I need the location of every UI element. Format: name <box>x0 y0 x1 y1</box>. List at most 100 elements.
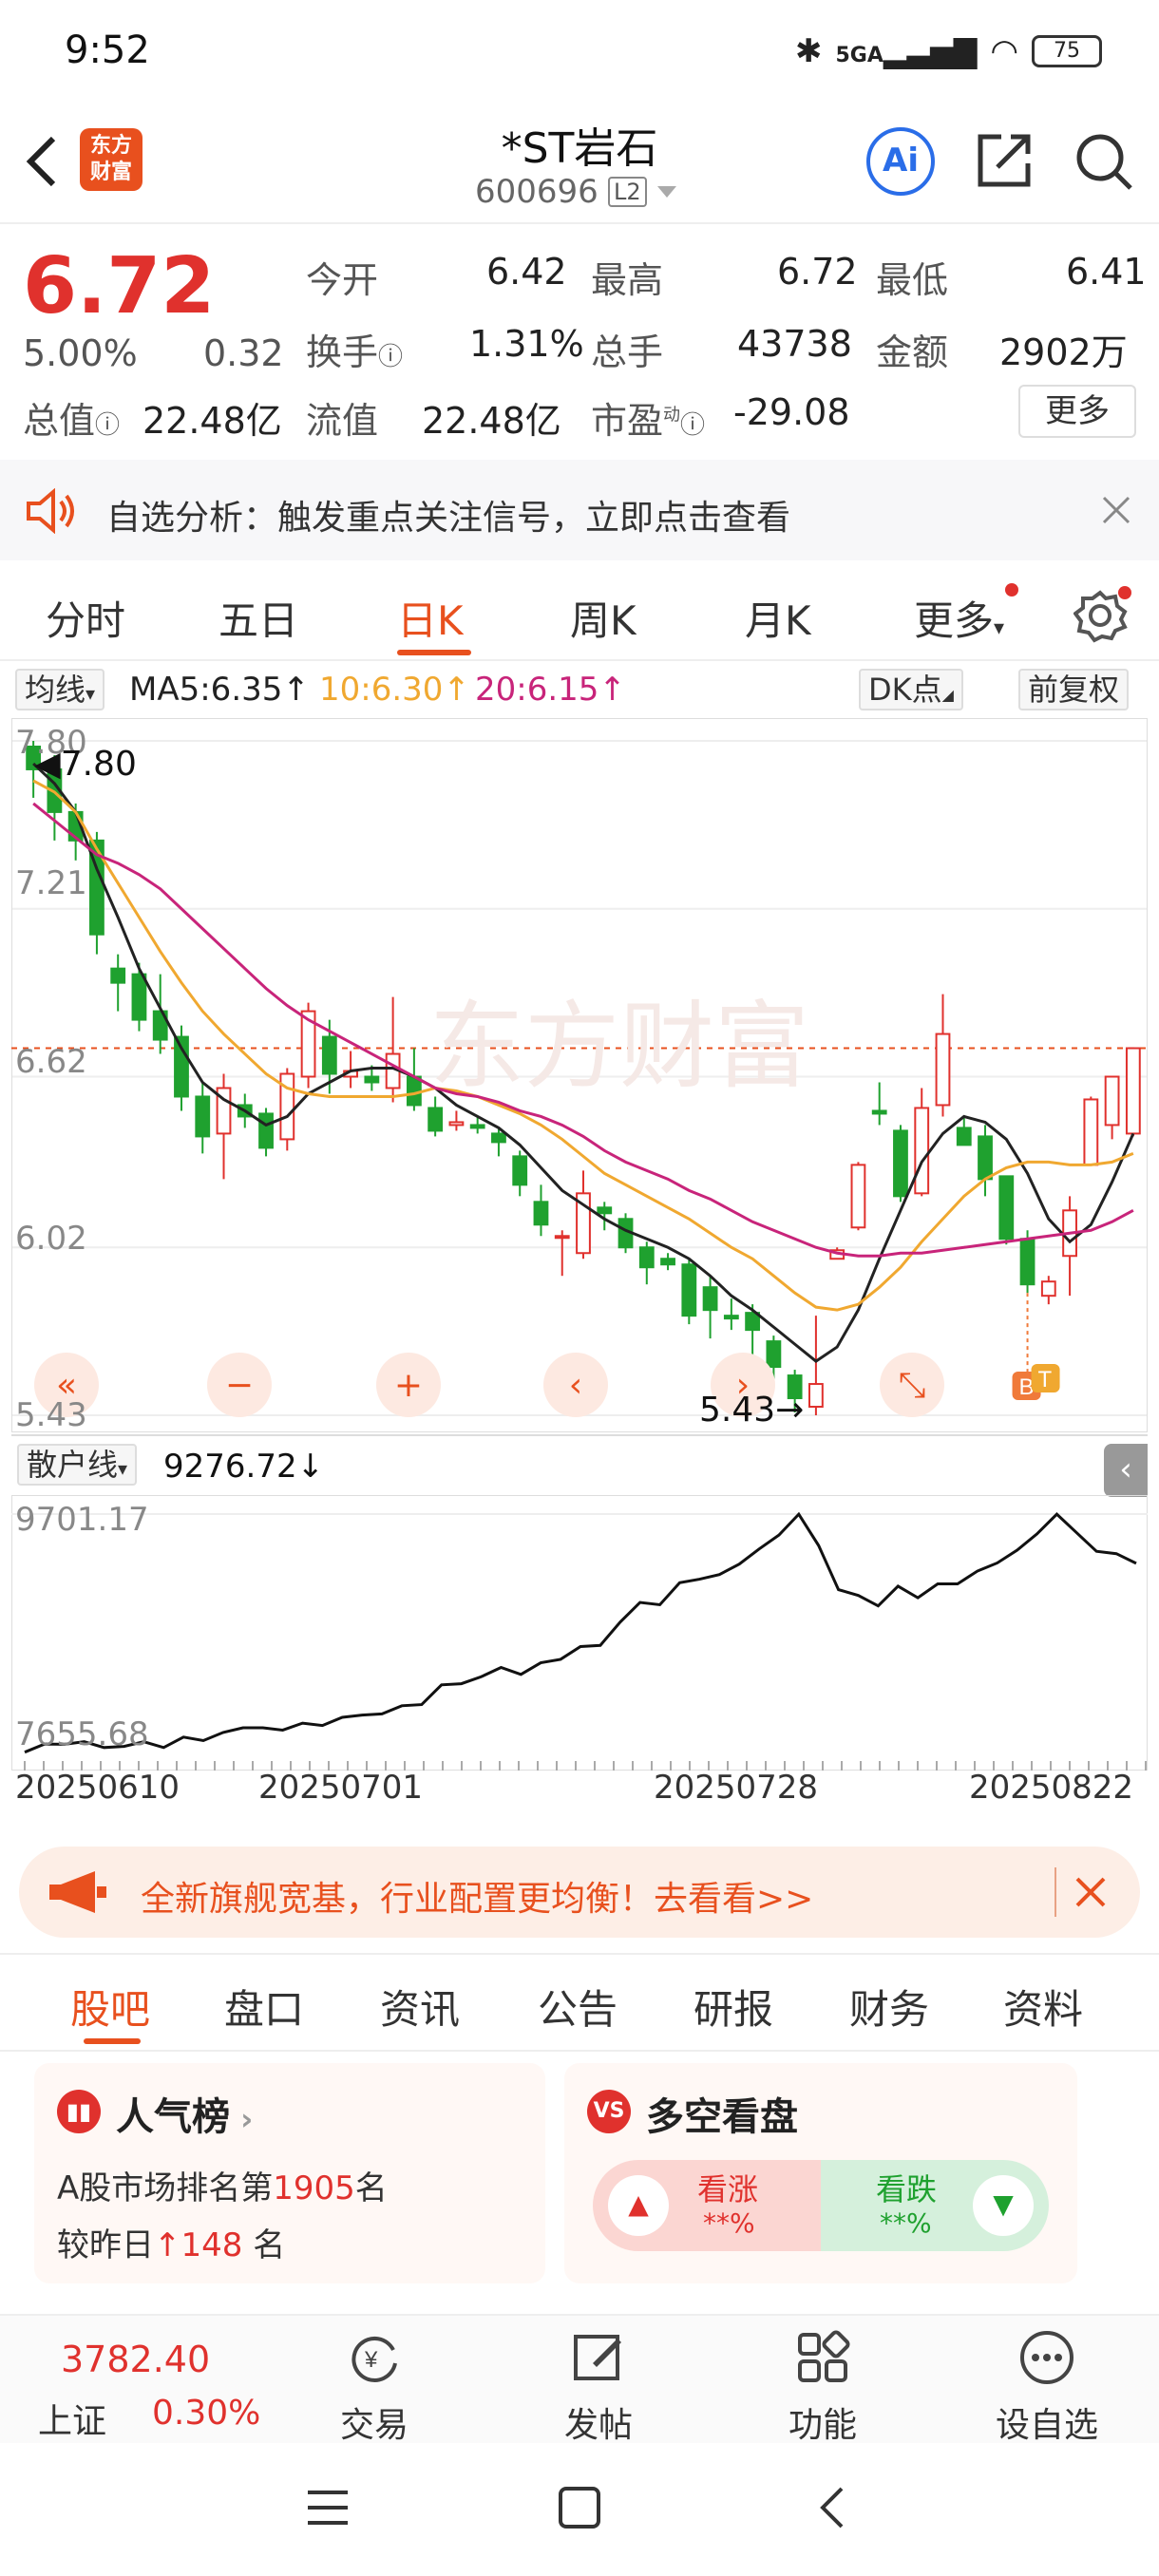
retail-line-chart[interactable] <box>11 1495 1148 1771</box>
adjust-button[interactable]: 前复权 <box>1018 669 1130 710</box>
change-value: 0.32 <box>203 332 284 374</box>
search-icon[interactable] <box>1072 129 1136 194</box>
volume-value: 43738 <box>737 323 852 365</box>
tab-profile[interactable]: 资料 <box>1003 1978 1083 2036</box>
float-value: 22.48亿 <box>422 400 561 442</box>
svg-text:+: + <box>394 1366 423 1405</box>
close-icon[interactable] <box>1100 494 1132 526</box>
candle <box>448 1121 465 1127</box>
tab-5day[interactable]: 五日 <box>218 589 298 647</box>
info-icon[interactable]: ⓘ <box>378 343 403 371</box>
tab-guba[interactable]: 股吧 <box>70 1978 150 2036</box>
candle <box>935 1032 951 1107</box>
share-icon[interactable] <box>973 129 1036 192</box>
trade-icon[interactable]: ¥ <box>346 2329 403 2386</box>
trade-button[interactable]: 交易 <box>340 2397 408 2447</box>
home-icon[interactable] <box>557 2485 602 2530</box>
indicator-bar: 散户线▾ 9276.72↓ ‹ <box>11 1434 1148 1497</box>
post-icon[interactable] <box>570 2329 627 2386</box>
indicator-selector[interactable]: 散户线▾ <box>17 1444 138 1486</box>
notice-bar[interactable]: 自选分析：触发重点关注信号，立即点击查看 <box>0 460 1159 560</box>
candle <box>723 1315 739 1320</box>
y-tick: 6.02 <box>15 1220 87 1258</box>
candle <box>195 1095 211 1138</box>
bullish-button[interactable]: ▲ 看涨 **% <box>593 2160 821 2251</box>
tab-news[interactable]: 资讯 <box>380 1978 460 2036</box>
status-icons: ✱ 5GA▂▃▅▇ ◠ 75 <box>795 32 1102 70</box>
post-button[interactable]: 发帖 <box>564 2397 633 2447</box>
active-tab-indicator <box>397 650 471 655</box>
more-dots-icon[interactable] <box>1018 2329 1075 2386</box>
svg-text:⤡: ⤡ <box>899 1366 926 1405</box>
index-change[interactable]: 0.30% <box>152 2394 260 2433</box>
gear-icon[interactable] <box>1074 585 1132 644</box>
y-tick: 5.43 <box>15 1396 87 1434</box>
tab-pankou[interactable]: 盘口 <box>224 1978 304 2036</box>
max-price-label: ◀7.80 <box>34 745 137 784</box>
ai-button[interactable]: Ai <box>866 127 935 196</box>
zoom-in-icon[interactable]: + <box>376 1353 441 1417</box>
svg-text:−: − <box>225 1366 254 1405</box>
zoom-out-icon[interactable]: − <box>207 1353 272 1417</box>
candle <box>512 1155 528 1186</box>
candle <box>469 1124 485 1129</box>
add-watchlist-button[interactable]: 设自选 <box>996 2397 1098 2447</box>
ma10-value: 10:6.30↑ <box>319 671 470 709</box>
stock-header: 东方 财富 *ST岩石 600696 L2 Ai <box>0 104 1159 224</box>
tab-week-k[interactable]: 周K <box>570 589 636 647</box>
info-icon[interactable]: ⓘ <box>95 411 120 440</box>
tab-day-k[interactable]: 日K <box>397 589 464 647</box>
candle <box>491 1132 506 1144</box>
dropdown-icon[interactable] <box>656 184 678 201</box>
collapse-handle[interactable]: ‹ <box>1104 1444 1148 1497</box>
index-value[interactable]: 3782.40 <box>61 2339 210 2380</box>
bearish-button[interactable]: 看跌 **% ▼ <box>821 2160 1049 2251</box>
candlestick-chart[interactable]: 东方财富 BT «− + ‹ › ⤡ <box>11 718 1148 1432</box>
index-name[interactable]: 上证 <box>38 2394 106 2443</box>
tab-more[interactable]: 更多▾ <box>914 589 1004 647</box>
tab-announcements[interactable]: 公告 <box>538 1978 618 2036</box>
fullscreen-icon[interactable]: ⤡ <box>880 1353 944 1417</box>
notification-dot <box>1005 583 1018 597</box>
wifi-icon: ◠ <box>990 32 1018 70</box>
dk-point-button[interactable]: DK点◢ <box>859 669 963 710</box>
change-percent: 5.00% <box>23 332 138 374</box>
popularity-card[interactable]: ▮▮ 人气榜 › A股市场排名第1905名 较昨日↑148 名 <box>34 2063 545 2283</box>
divider <box>1054 1867 1056 1917</box>
functions-icon[interactable] <box>794 2329 851 2386</box>
bearish-value: **% <box>880 2207 932 2239</box>
mktcap-value: 22.48亿 <box>142 400 282 442</box>
watermark: 东方财富 <box>429 994 809 1100</box>
rank-change-line: 较昨日↑148 名 <box>57 2226 286 2264</box>
candle <box>258 1112 274 1149</box>
svg-text:‹: ‹ <box>569 1366 582 1405</box>
bottom-bar: 3782.40 上证 0.30% ¥ 交易 发帖 功能 设自选 <box>0 2314 1159 2445</box>
prev-icon[interactable]: ‹ <box>543 1353 608 1417</box>
tab-month-k[interactable]: 月K <box>745 589 811 647</box>
retail-line <box>24 1511 1137 1754</box>
candle <box>1125 1047 1141 1135</box>
candle <box>321 1035 337 1075</box>
notice-text: 自选分析：触发重点关注信号，立即点击查看 <box>106 499 791 538</box>
close-icon[interactable] <box>1074 1875 1108 1909</box>
back-nav-icon[interactable] <box>813 2485 851 2530</box>
level2-badge[interactable]: L2 <box>608 177 647 207</box>
ma-selector[interactable]: 均线▾ <box>15 669 105 710</box>
trade-marker-label: T <box>1038 1367 1053 1392</box>
functions-button[interactable]: 功能 <box>788 2397 857 2447</box>
sentiment-card[interactable]: VS 多空看盘 ▲ 看涨 **% 看跌 **% ▼ <box>564 2063 1077 2283</box>
menu-icon[interactable] <box>304 2487 352 2529</box>
tab-minute[interactable]: 分时 <box>46 589 125 647</box>
tab-research[interactable]: 研报 <box>694 1978 773 2036</box>
candle <box>1040 1280 1056 1297</box>
amount-label: 金额 <box>876 331 949 373</box>
ma-bar: 均线▾ MA5:6.35↑ 10:6.30↑ 20:6.15↑ DK点◢ 前复权 <box>0 665 1159 716</box>
info-icon[interactable]: ⓘ <box>680 411 705 440</box>
more-button[interactable]: 更多 <box>1018 385 1136 438</box>
system-nav-bar <box>0 2443 1159 2576</box>
bearish-label: 看跌 <box>876 2171 938 2207</box>
candle <box>766 1340 782 1369</box>
candle <box>131 973 147 1021</box>
tab-finance[interactable]: 财务 <box>849 1978 929 2036</box>
promo-banner[interactable]: 全新旗舰宽基，行业配置更均衡！去看看>> <box>19 1847 1140 1938</box>
